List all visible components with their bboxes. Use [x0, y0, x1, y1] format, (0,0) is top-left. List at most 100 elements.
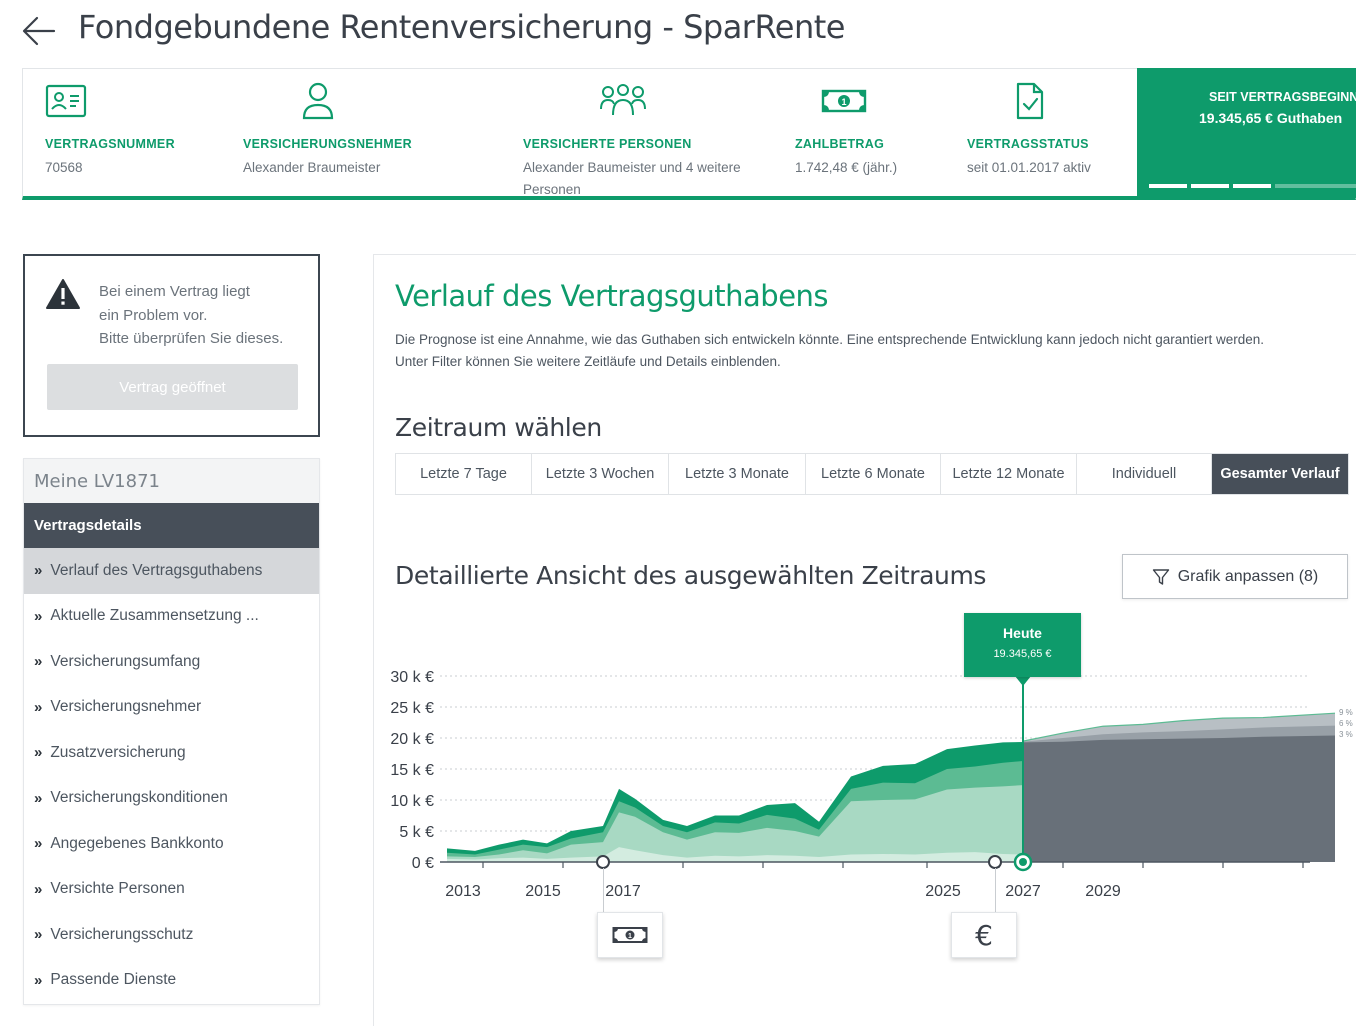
sidebar-item-label: Versichte Personen — [50, 880, 185, 898]
banknote-icon: 1 — [612, 927, 648, 943]
range-last-12-months[interactable]: Letzte 12 Monate — [941, 454, 1077, 494]
range-full-history[interactable]: Gesamter Verlauf — [1212, 454, 1348, 494]
contract-alert-box: Bei einem Vertrag liegt ein Problem vor.… — [23, 254, 320, 437]
info-contract-number: VERTRAGSNUMMER 70568 — [45, 81, 175, 179]
range-last-7-days[interactable]: Letzte 7 Tage — [396, 454, 532, 494]
alert-message: Bei einem Vertrag liegt ein Problem vor.… — [99, 280, 283, 351]
info-value: 70568 — [45, 160, 83, 175]
today-tooltip: Heute 19.345,65 € — [964, 613, 1081, 677]
chevron-right-icon: » — [34, 607, 43, 625]
info-value: Alexander Baumeister und 4 weitere Perso… — [523, 160, 741, 197]
progress-segment — [1275, 184, 1356, 188]
sidebar-item[interactable]: » Versicherungskonditionen — [24, 776, 319, 822]
main-panel: Verlauf des Vertragsguthabens Die Progno… — [373, 254, 1356, 1026]
sidebar-item-label: Aktuelle Zusammensetzung ... — [50, 607, 259, 625]
open-contract-button[interactable]: Vertrag geöffnet — [47, 364, 298, 410]
info-value: seit 01.01.2017 aktiv — [967, 160, 1091, 175]
chevron-right-icon: » — [34, 653, 43, 671]
sidebar-item-label: Zusatzversicherung — [50, 743, 186, 761]
euro-icon: € — [975, 918, 993, 952]
sidebar-item[interactable]: » Versicherungsumfang — [24, 639, 319, 685]
chevron-right-icon: » — [34, 789, 43, 807]
sidebar-item-label: Versicherungskonditionen — [50, 789, 228, 807]
info-payment-amount: 1 ZAHLBETRAG 1.742,48 € (jähr.) — [795, 81, 897, 179]
payment-marker-card[interactable]: 1 — [597, 912, 663, 958]
info-value: 1.742,48 € (jähr.) — [795, 160, 898, 175]
range-last-3-weeks[interactable]: Letzte 3 Wochen — [532, 454, 669, 494]
adjust-chart-label: Grafik anpassen (8) — [1177, 567, 1319, 585]
id-card-icon — [45, 84, 87, 118]
person-icon — [302, 82, 334, 120]
back-arrow-icon[interactable] — [20, 12, 58, 50]
chevron-right-icon: » — [34, 835, 43, 853]
range-last-3-months[interactable]: Letzte 3 Monate — [669, 454, 806, 494]
range-custom[interactable]: Individuell — [1077, 454, 1212, 494]
info-label: ZAHLBETRAG — [795, 137, 885, 151]
nav-item-list: » Verlauf des Vertragsguthabens » Aktuelle … — [24, 548, 319, 1003]
progress-segment — [1233, 184, 1271, 188]
section-description: Die Prognose ist eine Annahme, wie das G… — [395, 329, 1355, 372]
progress-segment — [1191, 184, 1229, 188]
sidebar-item[interactable]: » Versichte Personen — [24, 867, 319, 913]
info-label: VERSICHERTE PERSONEN — [523, 137, 692, 151]
chevron-right-icon: » — [34, 698, 43, 716]
warning-icon — [46, 279, 80, 309]
time-range-selector: Letzte 7 Tage Letzte 3 Wochen Letzte 3 M… — [395, 453, 1349, 495]
filter-icon — [1152, 568, 1169, 585]
sidebar-item[interactable]: » Angegebenes Bankkonto — [24, 821, 319, 867]
chevron-right-icon: » — [34, 562, 43, 580]
sidebar-item[interactable]: » Verlauf des Vertragsguthabens — [24, 548, 319, 594]
nav-header: Meine LV1871 — [24, 459, 319, 503]
sidebar-item-label: Versicherungsumfang — [50, 652, 201, 670]
detail-title: Detaillierte Ansicht des ausgewählten Ze… — [395, 561, 987, 590]
info-label: VERSICHERUNGSNEHMER — [243, 137, 412, 151]
payout-marker-card[interactable]: € — [951, 912, 1017, 958]
alert-line: Bei einem Vertrag liegt — [99, 283, 250, 300]
info-value: Alexander Braumeister — [243, 160, 381, 175]
info-contract-status: VERTRAGSSTATUS seit 01.01.2017 aktiv — [967, 81, 1091, 179]
sidebar-item[interactable]: » Zusatzversicherung — [24, 730, 319, 776]
sidebar-item[interactable]: » Versicherungsnehmer — [24, 685, 319, 731]
contract-info-bar: VERTRAGSNUMMER 70568 VERSICHERUNGSNEHMER… — [22, 68, 1356, 200]
info-insured-persons: VERSICHERTE PERSONEN Alexander Baumeiste… — [523, 81, 743, 201]
page-title: Fondgebundene Rentenversicherung - SparR… — [78, 8, 845, 46]
chevron-right-icon: » — [34, 926, 43, 944]
tooltip-title: Heute — [1003, 625, 1042, 641]
sidebar-item-label: Verlauf des Vertragsguthabens — [50, 561, 263, 579]
adjust-chart-button[interactable]: Grafik anpassen (8) — [1122, 554, 1348, 599]
sidebar-item[interactable]: » Aktuelle Zusammensetzung ... — [24, 594, 319, 640]
since-label: SEIT VERTRAGSBEGINN — [1209, 90, 1356, 104]
chevron-right-icon: » — [34, 971, 43, 989]
sidebar-nav: Meine LV1871 Vertragsdetails » Verlauf de… — [23, 458, 320, 1005]
info-policyholder: VERSICHERUNGSNEHMER Alexander Braumeiste… — [243, 81, 412, 179]
tooltip-value: 19.345,65 € — [993, 648, 1052, 660]
range-last-6-months[interactable]: Letzte 6 Monate — [806, 454, 941, 494]
sidebar-item-label: Angegebenes Bankkonto — [50, 834, 224, 852]
nav-section-title: Vertragsdetails — [24, 503, 319, 548]
info-label: VERTRAGSNUMMER — [45, 137, 175, 151]
range-title: Zeitraum wählen — [395, 413, 602, 442]
description-line: Unter Filter können Sie weitere Zeitläuf… — [395, 353, 781, 369]
sidebar-item[interactable]: » Passende Dienste — [24, 958, 319, 1004]
progress-segment — [1149, 184, 1187, 188]
sidebar-item[interactable]: » Versicherungsschutz — [24, 912, 319, 958]
chevron-right-icon: » — [34, 880, 43, 898]
since-progress-indicator — [1149, 184, 1356, 188]
since-contract-start-card: SEIT VERTRAGSBEGINN 19.345,65 € Guthaben — [1137, 68, 1356, 198]
description-line: Die Prognose ist eine Annahme, wie das G… — [395, 332, 1265, 347]
svg-text:1: 1 — [841, 97, 846, 107]
page-header: Fondgebundene Rentenversicherung - SparR… — [0, 0, 1356, 64]
sidebar-item-label: Versicherungsschutz — [50, 925, 194, 943]
svg-text:1: 1 — [628, 933, 632, 940]
alert-line: ein Problem vor. — [99, 306, 208, 324]
since-value: 19.345,65 € Guthaben — [1199, 110, 1343, 126]
sidebar-item-label: Passende Dienste — [50, 971, 177, 989]
sidebar-item-label: Versicherungsnehmer — [50, 698, 202, 716]
alert-line: Bitte überprüfen Sie dieses. — [99, 330, 284, 347]
info-label: VERTRAGSSTATUS — [967, 137, 1089, 151]
chevron-right-icon: » — [34, 744, 43, 762]
banknote-icon: 1 — [821, 89, 867, 113]
group-icon — [600, 84, 646, 116]
section-title: Verlauf des Vertragsguthabens — [395, 279, 829, 313]
document-check-icon — [1016, 82, 1044, 120]
